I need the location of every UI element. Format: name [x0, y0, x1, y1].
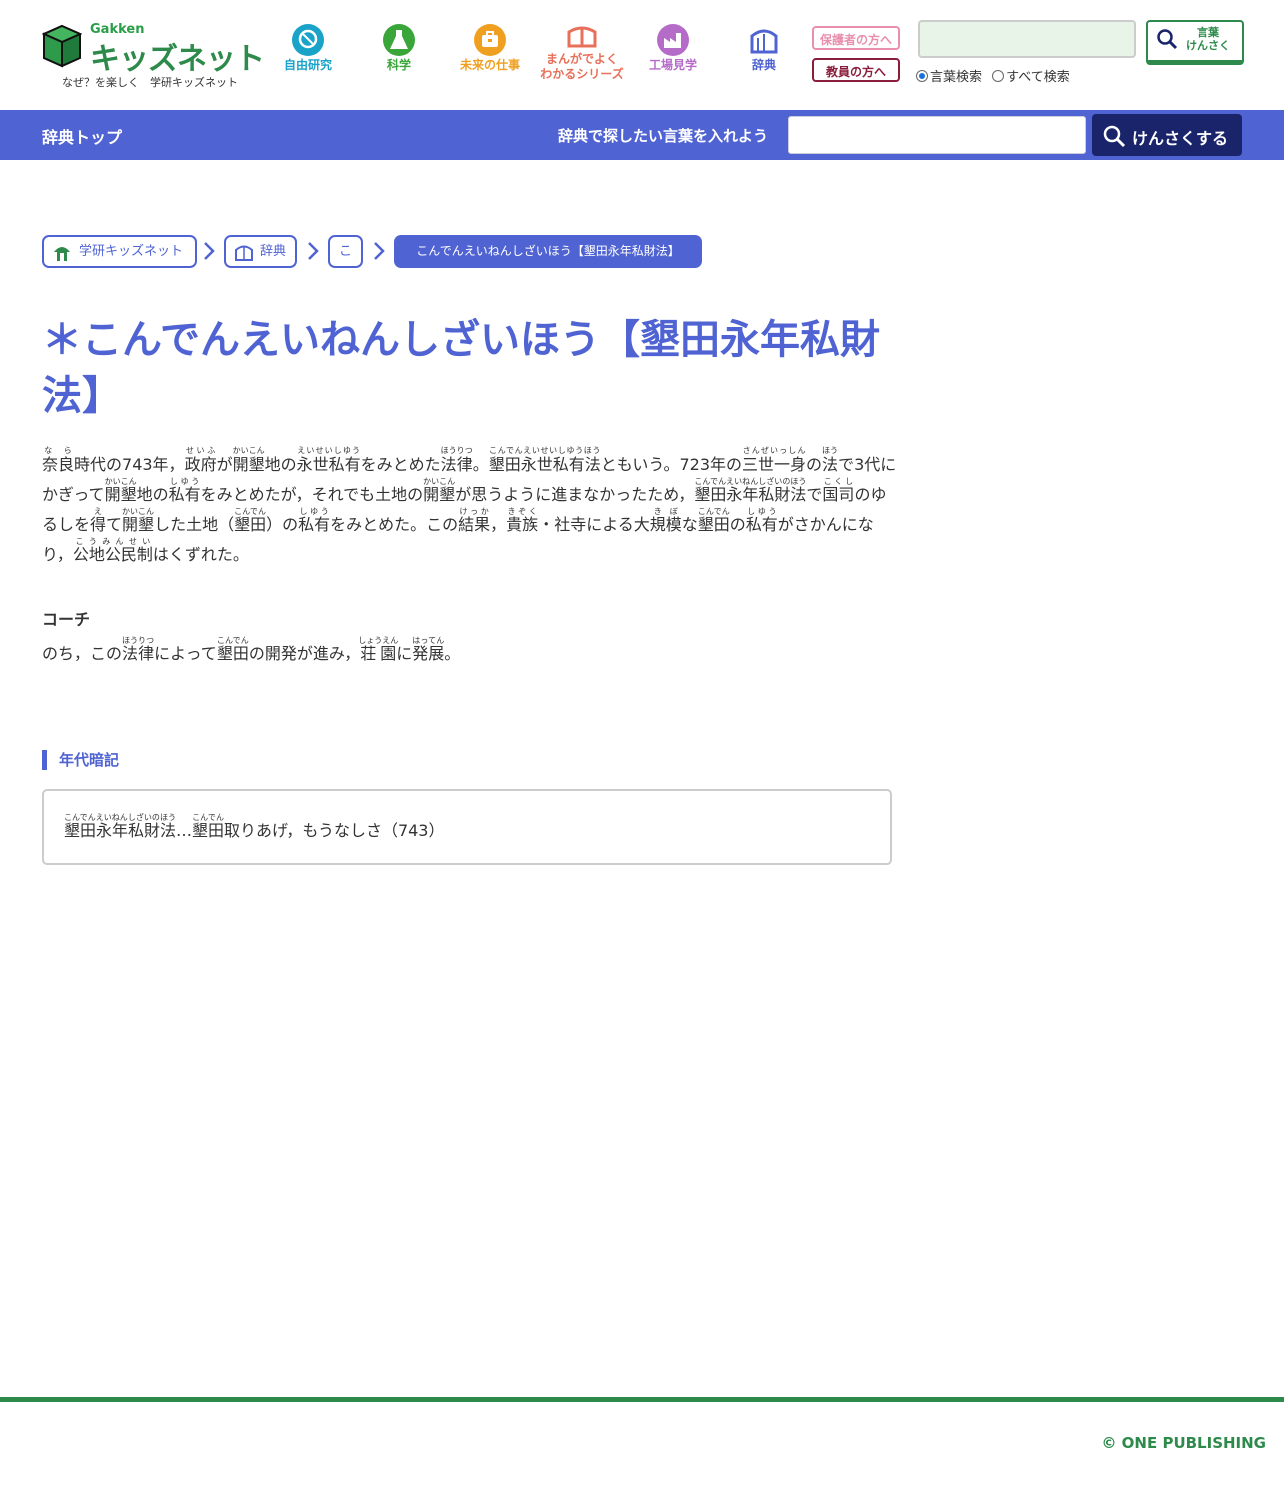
for-parents-button[interactable]: 保護者の方へ [812, 26, 900, 50]
dictionary-icon [748, 24, 780, 56]
dictionary-search-bar: 辞典トップ 辞典で探したい言葉を入れよう けんさくする [0, 110, 1284, 160]
dictionary-search-input[interactable] [788, 116, 1086, 154]
chevron-right-icon [204, 242, 215, 260]
search-icon [1157, 29, 1178, 50]
radio-all-search[interactable]: すべて検索 [992, 70, 1070, 85]
search-icon [1103, 125, 1126, 148]
cube-logo-icon [42, 24, 82, 68]
breadcrumb-dictionary[interactable]: 辞典 [224, 235, 297, 268]
radio-dot [992, 70, 1005, 82]
memo-box: 墾田永年私財法こんでんえいねんしざいのほう…墾田こんでん取りあげ，もうなしさ（7… [42, 789, 892, 865]
nav-item-factory-tour[interactable]: 工場見学 [631, 24, 715, 84]
magnifier-research-icon [292, 24, 324, 56]
for-teachers-button[interactable]: 教員の方へ [812, 58, 900, 82]
nav-label: 辞典 [751, 58, 776, 72]
nav-item-research[interactable]: 自由研究 [266, 24, 350, 84]
breadcrumb-home[interactable]: 学研キッズネット [42, 235, 197, 268]
site-header: Gakken キッズネット なぜ？を楽しく 学研キッズネット 自由研究 科学 未… [0, 0, 1284, 110]
manga-book-icon [566, 24, 598, 50]
nav-label: 科学 [386, 58, 411, 72]
kidsnet-wordmark: キッズネット [90, 42, 265, 77]
coach-heading: コーチ [42, 610, 91, 629]
nav-item-future-jobs[interactable]: 未来の仕事 [448, 24, 532, 84]
logo-tagline: なぜ？を楽しく 学研キッズネット [62, 76, 238, 89]
nav-label: 自由研究 [283, 58, 332, 72]
factory-icon [657, 24, 689, 56]
search-scope: 言葉検索 すべて検索 [916, 66, 1070, 85]
dictionary-search-button[interactable]: けんさくする [1092, 114, 1242, 156]
copyright: © ONE PUBLISHING [1101, 1434, 1266, 1452]
memo-section-heading: 年代暗記 [42, 750, 119, 770]
chevron-right-icon [308, 242, 319, 260]
header-search-button-label: 言葉 けんさく [1186, 26, 1230, 52]
briefcase-icon [474, 24, 506, 56]
coach-text: のち，この法律ほうりつによって墾田こんでんの開発が進み，荘園しょうえんに発展はっ… [42, 636, 461, 663]
nav-item-science[interactable]: 科学 [357, 24, 441, 84]
breadcrumb-kana-ko[interactable]: こ [328, 235, 363, 268]
header-search-button[interactable]: 言葉 けんさく [1146, 20, 1244, 65]
dictionary-top-link[interactable]: 辞典トップ [42, 124, 122, 148]
header-search-input[interactable] [918, 20, 1136, 58]
memo-text: 墾田永年私財法こんでんえいねんしざいのほう…墾田こんでん取りあげ，もうなしさ（7… [64, 813, 445, 840]
radio-dot [916, 70, 928, 82]
nav-item-manga[interactable]: まんがでよく わかるシリーズ [537, 24, 627, 84]
footer-divider [0, 1397, 1284, 1402]
dictionary-search-button-label: けんさくする [1132, 129, 1229, 148]
breadcrumb-current: こんでんえいねんしざいほう【墾田永年私財法】 [394, 235, 702, 268]
nav-item-dictionary[interactable]: 辞典 [722, 24, 806, 84]
entry-body: 奈良な ら時代の743年，政府せいふが開墾かいこん地の永世私有えいせいしゆうをみ… [42, 446, 897, 564]
home-icon [54, 247, 70, 261]
nav-label: 工場見学 [648, 58, 697, 72]
kidsnet-logo[interactable]: Gakken キッズネット なぜ？を楽しく 学研キッズネット [42, 22, 265, 89]
radio-word-search[interactable]: 言葉検索 [916, 70, 982, 85]
nav-label: まんがでよく わかるシリーズ [540, 52, 624, 81]
flask-icon [383, 24, 415, 56]
page-title: ＊こんでんえいねんしざいほう【墾田永年私財法】 [42, 317, 880, 419]
chevron-right-icon [374, 242, 385, 260]
dictionary-icon [235, 245, 253, 261]
nav-label: 未来の仕事 [459, 58, 520, 72]
dictionary-search-prompt: 辞典で探したい言葉を入れよう [558, 127, 769, 145]
